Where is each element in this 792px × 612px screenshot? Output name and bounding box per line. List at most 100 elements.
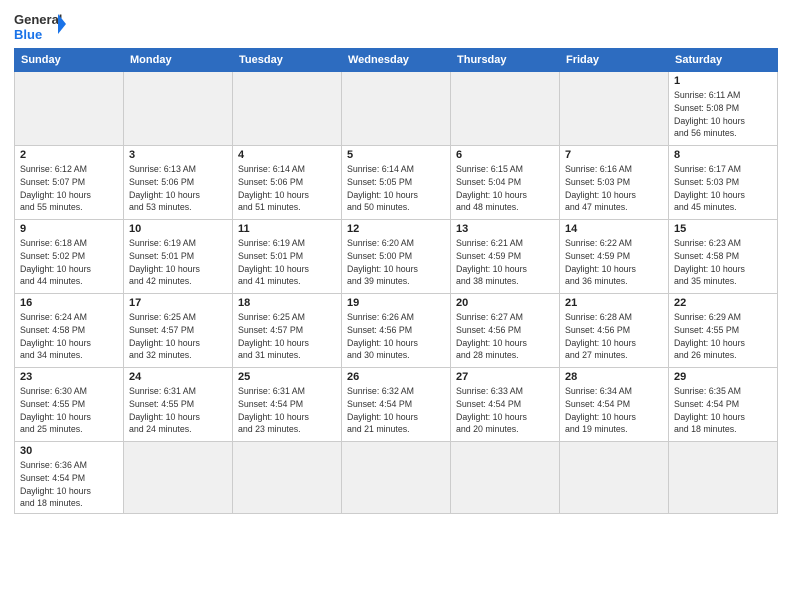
- calendar-cell: 7 Sunrise: 6:16 AMSunset: 5:03 PMDaylight…: [560, 146, 669, 220]
- calendar-week-3: 16 Sunrise: 6:24 AMSunset: 4:58 PMDayligh…: [15, 294, 778, 368]
- calendar-cell: [451, 442, 560, 514]
- day-info: Sunrise: 6:24 AMSunset: 4:58 PMDaylight:…: [20, 311, 118, 362]
- calendar-cell: 20 Sunrise: 6:27 AMSunset: 4:56 PMDayligh…: [451, 294, 560, 368]
- calendar-cell: [669, 442, 778, 514]
- calendar-cell: 6 Sunrise: 6:15 AMSunset: 5:04 PMDaylight…: [451, 146, 560, 220]
- calendar-cell: 24 Sunrise: 6:31 AMSunset: 4:55 PMDayligh…: [124, 368, 233, 442]
- calendar-cell: 11Sunrise: 6:19 AMSunset: 5:01 PMDayligh…: [233, 220, 342, 294]
- day-info: Sunrise: 6:36 AMSunset: 4:54 PMDaylight:…: [20, 459, 118, 510]
- day-number: 7: [565, 149, 663, 161]
- day-number: 5: [347, 149, 445, 161]
- calendar-cell: [233, 72, 342, 146]
- day-info: Sunrise: 6:25 AMSunset: 4:57 PMDaylight:…: [238, 311, 336, 362]
- day-info: Sunrise: 6:31 AMSunset: 4:54 PMDaylight:…: [238, 385, 336, 436]
- calendar-week-4: 23 Sunrise: 6:30 AMSunset: 4:55 PMDayligh…: [15, 368, 778, 442]
- calendar-cell: 12 Sunrise: 6:20 AMSunset: 5:00 PMDayligh…: [342, 220, 451, 294]
- day-number: 24: [129, 371, 227, 383]
- calendar-cell: 19Sunrise: 6:26 AMSunset: 4:56 PMDayligh…: [342, 294, 451, 368]
- day-info: Sunrise: 6:19 AMSunset: 5:01 PMDaylight:…: [129, 237, 227, 288]
- calendar-cell: 2 Sunrise: 6:12 AMSunset: 5:07 PMDaylight…: [15, 146, 124, 220]
- day-info: Sunrise: 6:30 AMSunset: 4:55 PMDaylight:…: [20, 385, 118, 436]
- calendar-cell: 16 Sunrise: 6:24 AMSunset: 4:58 PMDayligh…: [15, 294, 124, 368]
- calendar: SundayMondayTuesdayWednesdayThursdayFrid…: [14, 48, 778, 514]
- calendar-cell: 23 Sunrise: 6:30 AMSunset: 4:55 PMDayligh…: [15, 368, 124, 442]
- day-info: Sunrise: 6:28 AMSunset: 4:56 PMDaylight:…: [565, 311, 663, 362]
- calendar-cell: [342, 442, 451, 514]
- day-number: 16: [20, 297, 118, 309]
- day-info: Sunrise: 6:14 AMSunset: 5:06 PMDaylight:…: [238, 163, 336, 214]
- calendar-week-0: 1Sunrise: 6:11 AMSunset: 5:08 PMDaylight…: [15, 72, 778, 146]
- weekday-header-row: SundayMondayTuesdayWednesdayThursdayFrid…: [15, 49, 778, 72]
- day-info: Sunrise: 6:15 AMSunset: 5:04 PMDaylight:…: [456, 163, 554, 214]
- day-number: 11: [238, 223, 336, 235]
- day-number: 25: [238, 371, 336, 383]
- day-number: 9: [20, 223, 118, 235]
- day-number: 2: [20, 149, 118, 161]
- calendar-cell: [560, 72, 669, 146]
- day-info: Sunrise: 6:11 AMSunset: 5:08 PMDaylight:…: [674, 89, 772, 140]
- calendar-cell: 21 Sunrise: 6:28 AMSunset: 4:56 PMDayligh…: [560, 294, 669, 368]
- day-number: 23: [20, 371, 118, 383]
- day-info: Sunrise: 6:18 AMSunset: 5:02 PMDaylight:…: [20, 237, 118, 288]
- day-info: Sunrise: 6:23 AMSunset: 4:58 PMDaylight:…: [674, 237, 772, 288]
- weekday-wednesday: Wednesday: [342, 49, 451, 72]
- day-number: 19: [347, 297, 445, 309]
- weekday-thursday: Thursday: [451, 49, 560, 72]
- calendar-cell: 5 Sunrise: 6:14 AMSunset: 5:05 PMDaylight…: [342, 146, 451, 220]
- day-number: 13: [456, 223, 554, 235]
- weekday-monday: Monday: [124, 49, 233, 72]
- calendar-body: 1Sunrise: 6:11 AMSunset: 5:08 PMDaylight…: [15, 72, 778, 514]
- calendar-cell: [342, 72, 451, 146]
- weekday-sunday: Sunday: [15, 49, 124, 72]
- day-number: 10: [129, 223, 227, 235]
- day-info: Sunrise: 6:20 AMSunset: 5:00 PMDaylight:…: [347, 237, 445, 288]
- calendar-cell: 30Sunrise: 6:36 AMSunset: 4:54 PMDayligh…: [15, 442, 124, 514]
- logo-svg: GeneralBlue: [14, 10, 66, 42]
- calendar-cell: [15, 72, 124, 146]
- calendar-cell: 22Sunrise: 6:29 AMSunset: 4:55 PMDayligh…: [669, 294, 778, 368]
- day-number: 3: [129, 149, 227, 161]
- calendar-cell: 1Sunrise: 6:11 AMSunset: 5:08 PMDaylight…: [669, 72, 778, 146]
- day-number: 4: [238, 149, 336, 161]
- day-info: Sunrise: 6:21 AMSunset: 4:59 PMDaylight:…: [456, 237, 554, 288]
- day-info: Sunrise: 6:12 AMSunset: 5:07 PMDaylight:…: [20, 163, 118, 214]
- day-info: Sunrise: 6:17 AMSunset: 5:03 PMDaylight:…: [674, 163, 772, 214]
- day-number: 21: [565, 297, 663, 309]
- logo: GeneralBlue: [14, 10, 66, 42]
- day-info: Sunrise: 6:31 AMSunset: 4:55 PMDaylight:…: [129, 385, 227, 436]
- day-number: 14: [565, 223, 663, 235]
- calendar-header: SundayMondayTuesdayWednesdayThursdayFrid…: [15, 49, 778, 72]
- day-number: 18: [238, 297, 336, 309]
- day-number: 12: [347, 223, 445, 235]
- calendar-cell: 4 Sunrise: 6:14 AMSunset: 5:06 PMDaylight…: [233, 146, 342, 220]
- day-info: Sunrise: 6:27 AMSunset: 4:56 PMDaylight:…: [456, 311, 554, 362]
- calendar-week-5: 30Sunrise: 6:36 AMSunset: 4:54 PMDayligh…: [15, 442, 778, 514]
- weekday-saturday: Saturday: [669, 49, 778, 72]
- day-info: Sunrise: 6:32 AMSunset: 4:54 PMDaylight:…: [347, 385, 445, 436]
- day-info: Sunrise: 6:22 AMSunset: 4:59 PMDaylight:…: [565, 237, 663, 288]
- calendar-cell: 8 Sunrise: 6:17 AMSunset: 5:03 PMDaylight…: [669, 146, 778, 220]
- calendar-cell: 9 Sunrise: 6:18 AMSunset: 5:02 PMDaylight…: [15, 220, 124, 294]
- day-number: 27: [456, 371, 554, 383]
- weekday-friday: Friday: [560, 49, 669, 72]
- calendar-cell: 29Sunrise: 6:35 AMSunset: 4:54 PMDayligh…: [669, 368, 778, 442]
- day-number: 26: [347, 371, 445, 383]
- weekday-tuesday: Tuesday: [233, 49, 342, 72]
- day-number: 20: [456, 297, 554, 309]
- day-number: 8: [674, 149, 772, 161]
- day-number: 28: [565, 371, 663, 383]
- calendar-cell: 18 Sunrise: 6:25 AMSunset: 4:57 PMDayligh…: [233, 294, 342, 368]
- day-number: 17: [129, 297, 227, 309]
- calendar-cell: 15Sunrise: 6:23 AMSunset: 4:58 PMDayligh…: [669, 220, 778, 294]
- calendar-cell: 26 Sunrise: 6:32 AMSunset: 4:54 PMDayligh…: [342, 368, 451, 442]
- calendar-cell: [233, 442, 342, 514]
- day-number: 29: [674, 371, 772, 383]
- calendar-week-1: 2 Sunrise: 6:12 AMSunset: 5:07 PMDaylight…: [15, 146, 778, 220]
- day-info: Sunrise: 6:16 AMSunset: 5:03 PMDaylight:…: [565, 163, 663, 214]
- day-info: Sunrise: 6:29 AMSunset: 4:55 PMDaylight:…: [674, 311, 772, 362]
- calendar-cell: 13 Sunrise: 6:21 AMSunset: 4:59 PMDayligh…: [451, 220, 560, 294]
- day-info: Sunrise: 6:14 AMSunset: 5:05 PMDaylight:…: [347, 163, 445, 214]
- svg-text:General: General: [14, 12, 62, 27]
- day-number: 6: [456, 149, 554, 161]
- calendar-cell: [560, 442, 669, 514]
